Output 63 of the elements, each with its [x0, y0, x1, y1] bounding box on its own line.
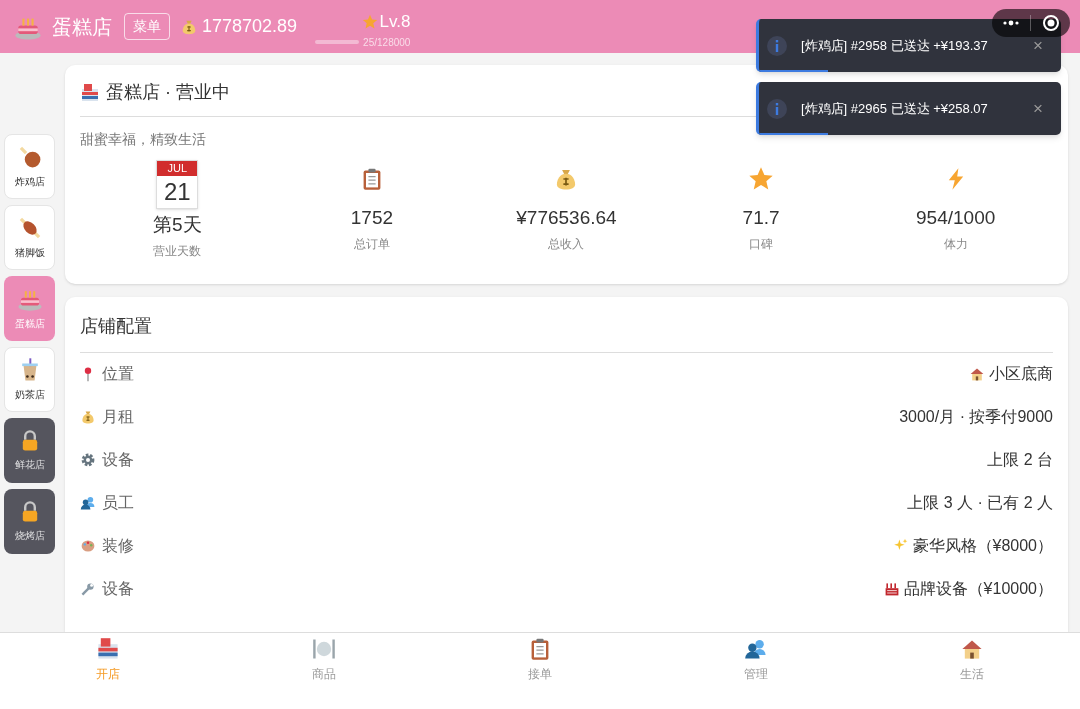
close-button[interactable]: ×	[1033, 95, 1043, 122]
stat-label: 体力	[943, 235, 968, 253]
stat-value: 71.7	[742, 206, 780, 230]
config-label: 月租	[102, 407, 134, 427]
star-icon	[748, 166, 775, 192]
calendar-day: 21	[163, 176, 191, 208]
stat-label: 营业天数	[153, 242, 202, 260]
stat-value: 第5天	[153, 213, 202, 237]
config-value: 上限 2 台	[987, 450, 1053, 470]
config-label: 位置	[102, 364, 134, 384]
stat-value: 954/1000	[916, 206, 996, 230]
tab[interactable]: 接单	[432, 637, 648, 683]
money-amount: 1778702.89	[202, 15, 298, 38]
people-icon	[744, 637, 768, 661]
tab[interactable]: 商品	[216, 637, 432, 683]
shop-tab[interactable]: 蛋糕店	[4, 276, 55, 341]
config-value: 豪华风格（¥8000）	[912, 536, 1053, 556]
level-label: Lv.8	[379, 11, 411, 34]
plate-icon	[312, 637, 336, 661]
calendar-month: JUL	[157, 161, 198, 176]
config-value: 品牌设备（¥10000）	[903, 579, 1053, 599]
tab[interactable]: 开店	[0, 637, 216, 683]
info-icon	[767, 35, 787, 56]
star-icon	[361, 14, 378, 30]
toast-message: [炸鸡店] #2965 已送达 +¥258.07	[801, 99, 988, 118]
store-icon	[80, 82, 100, 103]
shop-slogan: 甜蜜幸福，精致生活	[80, 130, 207, 149]
config-value: 3000/月 · 按季付9000	[899, 407, 1053, 427]
card-title: 店铺配置	[80, 315, 152, 336]
wrench-icon	[80, 581, 96, 597]
palette-icon	[80, 538, 96, 554]
stat-value: ¥776536.64	[516, 206, 617, 230]
gear-icon	[80, 452, 96, 468]
factory-icon	[883, 581, 900, 597]
stat-label: 总收入	[548, 235, 585, 253]
people-icon	[80, 495, 96, 511]
toast-message: [炸鸡店] #2958 已送达 +¥193.37	[801, 36, 988, 55]
config-value: 上限 3 人 · 已有 2 人	[907, 493, 1053, 513]
store-icon	[96, 637, 120, 661]
close-button[interactable]: ×	[1033, 32, 1043, 59]
config-label: 员工	[102, 493, 134, 513]
info-icon	[767, 98, 787, 119]
exp-bar	[315, 40, 360, 45]
card-title: 蛋糕店 · 营业中	[106, 81, 230, 104]
shop-tab[interactable]: 烧烤店	[4, 489, 55, 554]
stat-label: 口碑	[749, 235, 774, 253]
shop-tab[interactable]: 炸鸡店	[4, 134, 55, 199]
config-label: 装修	[102, 536, 134, 556]
menu-button[interactable]: 菜单	[124, 13, 170, 40]
config-value: 小区底商	[989, 364, 1053, 384]
config-label: 设备	[102, 450, 134, 470]
stat-value: 1752	[350, 206, 394, 230]
exp-text: 25/128000	[363, 35, 411, 50]
shop-tab[interactable]: 鲜花店	[4, 418, 55, 483]
stat-label: 总订单	[353, 235, 390, 253]
money-bag-icon	[80, 409, 96, 425]
shop-tab[interactable]: 奶茶店	[4, 347, 55, 412]
shop-tab[interactable]: 猪脚饭	[4, 205, 55, 270]
tab[interactable]: 生活	[864, 637, 1080, 683]
house-icon	[969, 366, 985, 382]
shop-title: 蛋糕店	[52, 14, 112, 40]
tab[interactable]: 管理	[648, 637, 864, 683]
config-label: 设备	[102, 579, 134, 599]
